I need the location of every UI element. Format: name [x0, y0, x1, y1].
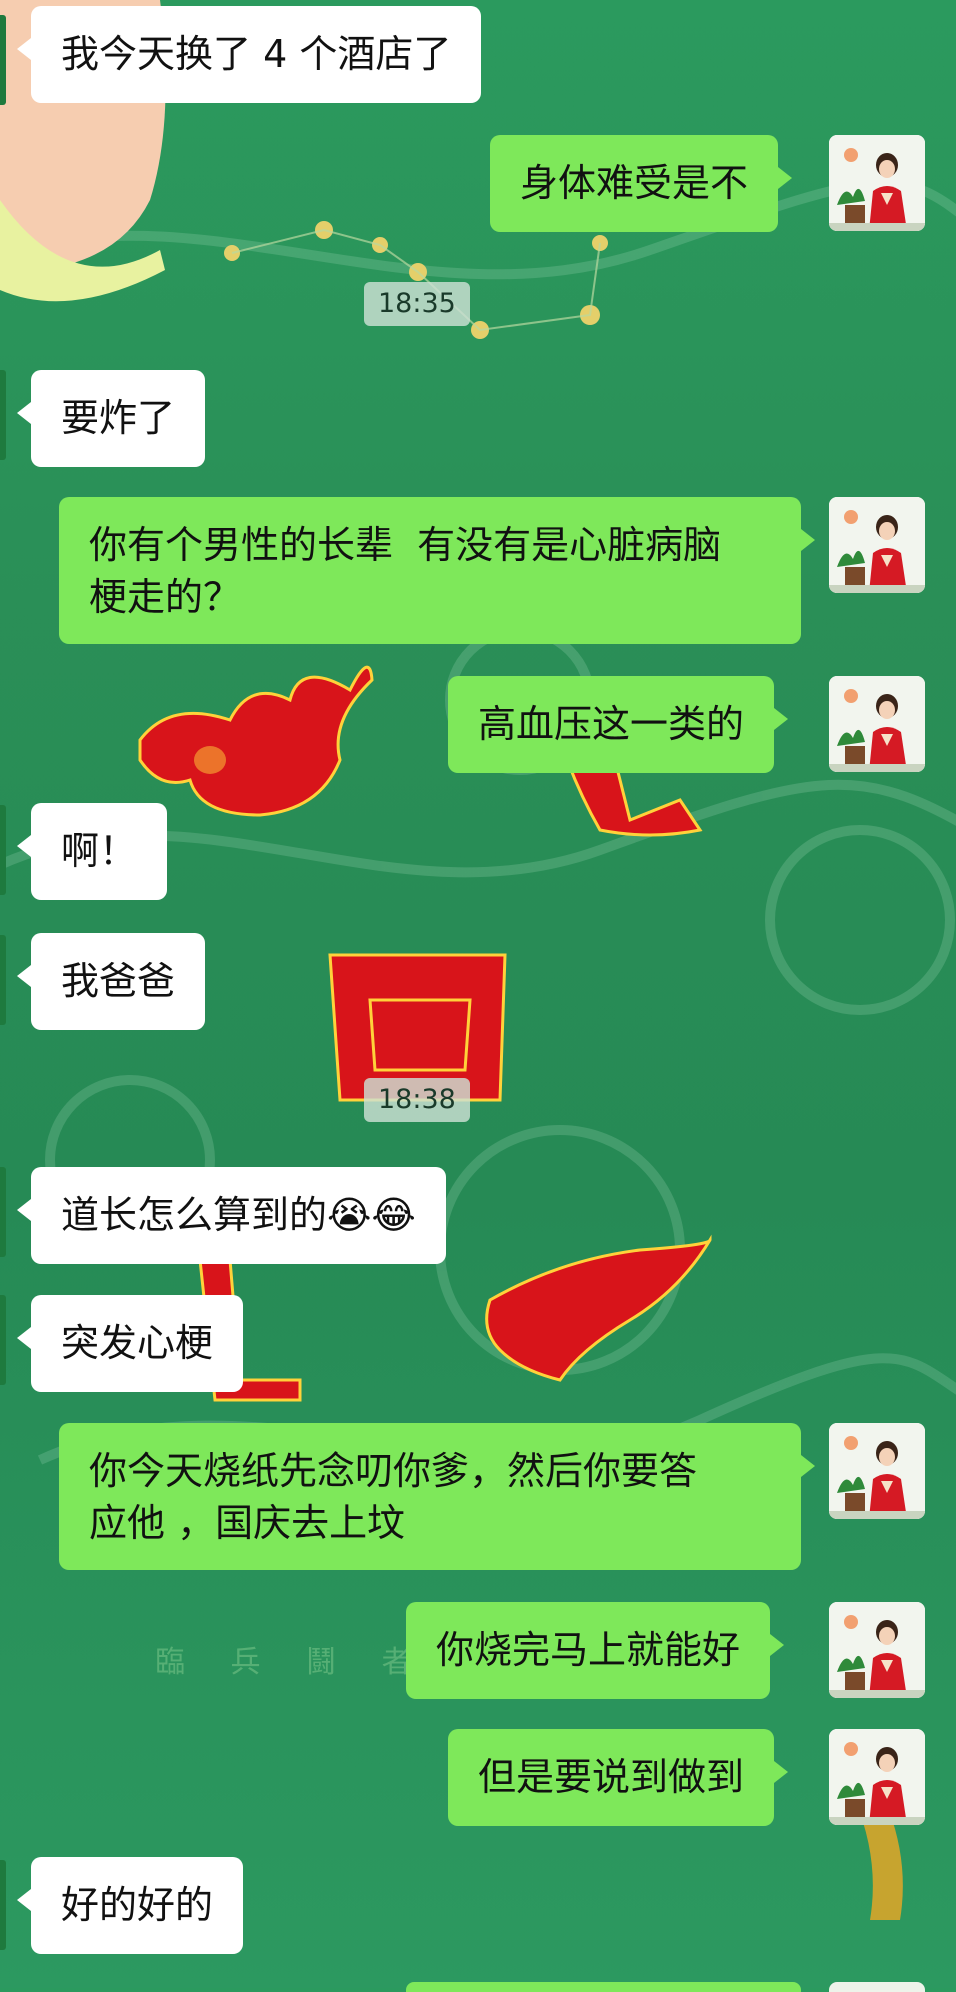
- contact-avatar-edge[interactable]: [0, 1167, 6, 1257]
- message-outgoing[interactable]: 你有个男性的长辈 有没有是心脏病脑 梗走的？: [59, 497, 815, 644]
- message-incoming[interactable]: 要炸了: [16, 370, 206, 467]
- contact-avatar-edge[interactable]: [0, 15, 6, 105]
- avatar-lady-in-red-icon: [829, 497, 925, 593]
- message-incoming[interactable]: 啊！: [16, 803, 168, 900]
- contact-avatar-edge[interactable]: [0, 935, 6, 1025]
- message-outgoing[interactable]: 高血压这一类的: [448, 676, 789, 773]
- avatar-partial[interactable]: [829, 1982, 925, 1992]
- wallpaper-text: 臨 兵 鬪 者: [155, 1645, 430, 1680]
- avatar-lady-in-red-icon: [829, 1602, 925, 1698]
- contact-avatar-edge[interactable]: [0, 370, 6, 460]
- avatar-lady-in-red-icon: [829, 135, 925, 231]
- contact-avatar-edge[interactable]: [0, 1860, 6, 1950]
- my-avatar[interactable]: [829, 135, 925, 231]
- my-avatar[interactable]: [829, 1423, 925, 1519]
- message-outgoing[interactable]: 身体难受是不: [490, 135, 793, 232]
- message-incoming[interactable]: 我今天换了 4 个酒店了: [16, 6, 482, 103]
- message-outgoing[interactable]: 你烧完马上就能好: [406, 1602, 785, 1699]
- my-avatar[interactable]: [829, 1602, 925, 1698]
- avatar-lady-in-red-icon: [829, 1423, 925, 1519]
- message-outgoing-partial[interactable]: [406, 1982, 801, 1992]
- avatar-lady-in-red-icon: [829, 676, 925, 772]
- message-incoming[interactable]: 我爸爸: [16, 933, 206, 1030]
- message-incoming[interactable]: 好的好的: [16, 1857, 244, 1954]
- timestamp: 18:38: [364, 1078, 470, 1122]
- message-incoming[interactable]: 道长怎么算到的😭😂: [17, 1167, 446, 1264]
- red-calligraphy: [138, 665, 712, 1402]
- contact-avatar-edge[interactable]: [0, 805, 6, 895]
- my-avatar[interactable]: [829, 1729, 925, 1825]
- my-avatar[interactable]: [829, 676, 925, 772]
- message-incoming[interactable]: 突发心梗: [16, 1295, 244, 1392]
- contact-avatar-edge[interactable]: [0, 1295, 6, 1385]
- avatar-lady-in-red-icon: [829, 1729, 925, 1825]
- message-outgoing[interactable]: 你今天烧纸先念叨你爹，然后你要答 应他 ，国庆去上坟: [59, 1423, 815, 1570]
- message-outgoing[interactable]: 但是要说到做到: [448, 1729, 789, 1826]
- my-avatar[interactable]: [829, 497, 925, 593]
- timestamp: 18:35: [364, 282, 470, 326]
